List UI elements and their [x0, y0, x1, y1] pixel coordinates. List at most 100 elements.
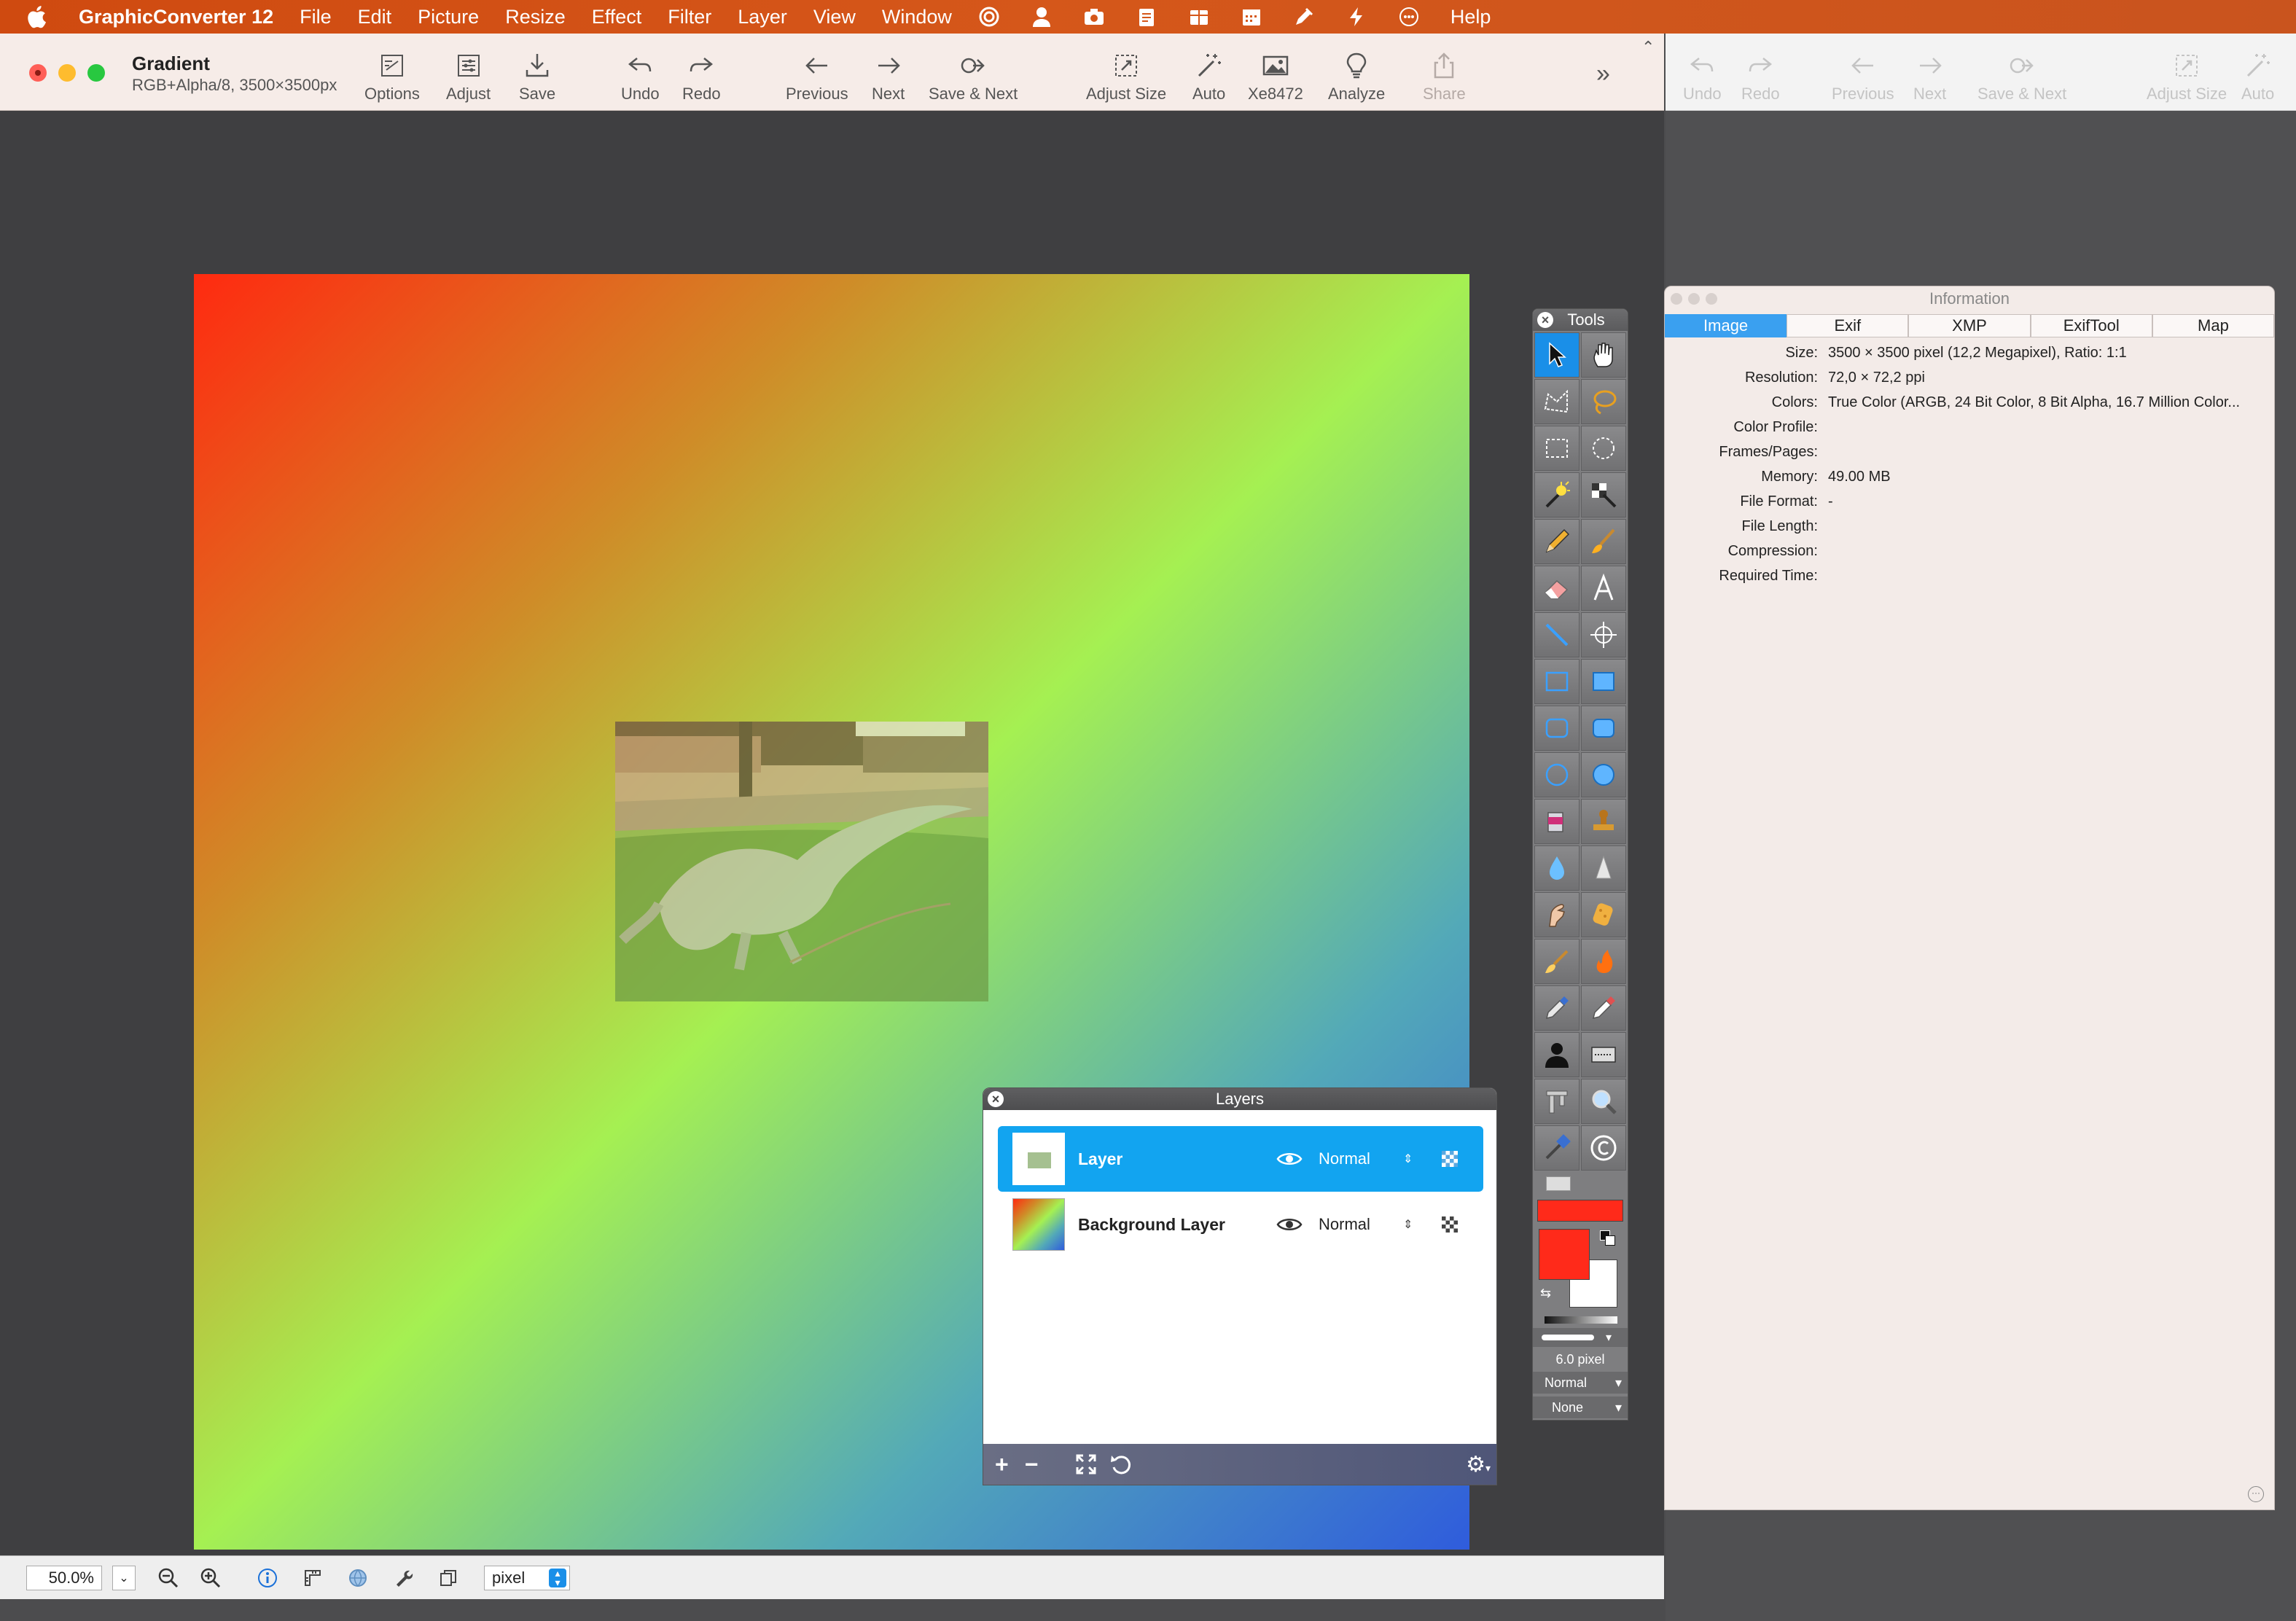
ruler-icon[interactable]: [300, 1566, 325, 1590]
menu-picture[interactable]: Picture: [418, 6, 479, 28]
adjust-size-button[interactable]: Adjust Size: [1086, 51, 1166, 106]
analyze-button[interactable]: Analyze: [1328, 51, 1385, 106]
rectangle-tool[interactable]: [1534, 659, 1580, 704]
info-more-icon[interactable]: ···: [2248, 1486, 2264, 1502]
layer-blend-mode[interactable]: Normal: [1319, 1149, 1399, 1168]
zoom-tool[interactable]: [1581, 1079, 1626, 1124]
redo-button[interactable]: Redo: [682, 51, 721, 106]
menu-edit[interactable]: Edit: [358, 6, 392, 28]
tools-close-icon[interactable]: ×: [1537, 312, 1553, 328]
brush-tool[interactable]: [1581, 519, 1626, 564]
blend-stepper-icon[interactable]: ⇕: [1403, 1217, 1413, 1232]
color-bar[interactable]: [1537, 1200, 1623, 1222]
menu-window[interactable]: Window: [882, 6, 952, 28]
menu-effect[interactable]: Effect: [592, 6, 642, 28]
toolbar-stepper-icon[interactable]: ⌃: [1641, 38, 1655, 57]
save-next-button[interactable]: Save & Next: [929, 51, 1018, 106]
blur-tool[interactable]: [1534, 845, 1580, 891]
foreground-color-swatch[interactable]: [1539, 1229, 1590, 1280]
eyedropper-tool[interactable]: [1534, 985, 1580, 1031]
wrench-icon[interactable]: [391, 1566, 415, 1590]
rect-selection-tool[interactable]: [1534, 426, 1580, 471]
gear-icon[interactable]: ⚙▾: [1466, 1452, 1491, 1477]
menu-filter[interactable]: Filter: [668, 6, 711, 28]
layer-photo-anteater[interactable]: [615, 722, 988, 1001]
arrow-tool[interactable]: [1534, 332, 1580, 378]
save-button[interactable]: Save: [519, 51, 555, 106]
swap-colors-icon[interactable]: ⇆: [1540, 1286, 1551, 1301]
menu-resize[interactable]: Resize: [505, 6, 566, 28]
filled-rounded-rect-tool[interactable]: [1581, 706, 1626, 751]
zoom-out-icon[interactable]: [156, 1566, 181, 1590]
globe-icon[interactable]: [345, 1566, 370, 1590]
pencil-tool[interactable]: [1534, 519, 1580, 564]
package-icon[interactable]: [1188, 6, 1210, 28]
hand-tool[interactable]: [1581, 332, 1626, 378]
bg-redo-button[interactable]: Redo: [1741, 51, 1780, 106]
info-zoom-button[interactable]: [1706, 293, 1717, 305]
remove-layer-icon[interactable]: −: [1025, 1451, 1039, 1478]
zoom-dropdown[interactable]: ⌄: [112, 1565, 136, 1590]
tab-exif[interactable]: Exif: [1787, 314, 1909, 337]
zoom-in-icon[interactable]: [198, 1566, 223, 1590]
toolbar-overflow-chevron-icon[interactable]: »: [1596, 60, 1610, 88]
menu-file[interactable]: File: [300, 6, 332, 28]
layer-row-layer[interactable]: Layer Normal ⇕: [998, 1126, 1483, 1192]
rotate-icon[interactable]: [1109, 1453, 1133, 1476]
filled-oval-tool[interactable]: [1581, 752, 1626, 797]
bg-adjust-size-button[interactable]: Adjust Size: [2147, 51, 2227, 106]
default-colors-icon[interactable]: [1600, 1230, 1616, 1246]
minimize-window-button[interactable]: [58, 64, 76, 82]
small-swatch-icon[interactable]: [1546, 1176, 1571, 1191]
next-button[interactable]: Next: [872, 51, 905, 106]
burn-tool[interactable]: [1581, 939, 1626, 984]
gradient-tool[interactable]: [1534, 1125, 1580, 1171]
previous-button[interactable]: Previous: [786, 51, 848, 106]
extra-mode-select[interactable]: None ▾: [1533, 1397, 1628, 1418]
layer-blend-mode[interactable]: Normal: [1319, 1215, 1399, 1234]
eyedropper-menu-icon[interactable]: [1293, 6, 1315, 28]
text-tool[interactable]: [1581, 566, 1626, 611]
bolt-icon[interactable]: [1346, 6, 1367, 28]
eye-icon[interactable]: [1275, 1215, 1304, 1234]
adjust-button[interactable]: Adjust: [446, 51, 491, 106]
zoom-window-button[interactable]: [87, 64, 105, 82]
replace-color-tool[interactable]: [1581, 985, 1626, 1031]
menu-layer[interactable]: Layer: [738, 6, 787, 28]
blend-stepper-icon[interactable]: ⇕: [1403, 1152, 1413, 1166]
menu-app-name[interactable]: GraphicConverter 12: [79, 6, 273, 28]
info-minimize-button[interactable]: [1688, 293, 1700, 305]
options-button[interactable]: Options: [364, 51, 420, 106]
tab-exiftool[interactable]: ExifTool: [2030, 314, 2152, 337]
tab-image[interactable]: Image: [1665, 314, 1787, 337]
info-close-button[interactable]: [1671, 293, 1682, 305]
close-window-button[interactable]: [29, 64, 47, 82]
polygon-lasso-tool[interactable]: [1534, 379, 1580, 424]
eye-icon[interactable]: [1275, 1149, 1304, 1168]
dodge-tool[interactable]: [1534, 939, 1580, 984]
camera-icon[interactable]: [1083, 6, 1105, 28]
more-icon[interactable]: [1398, 6, 1420, 28]
user-icon[interactable]: [1031, 6, 1053, 28]
blend-mode-select[interactable]: Normal ▾: [1533, 1372, 1628, 1394]
stamp-tool[interactable]: [1581, 799, 1626, 844]
color-wand-tool[interactable]: [1581, 472, 1626, 517]
magic-wand-tool[interactable]: [1534, 472, 1580, 517]
bg-previous-button[interactable]: Previous: [1832, 51, 1894, 106]
fill-bucket-tool[interactable]: [1534, 799, 1580, 844]
eraser-tool[interactable]: [1534, 566, 1580, 611]
clipboard-icon[interactable]: [1136, 6, 1157, 28]
menu-view[interactable]: View: [813, 6, 856, 28]
info-icon[interactable]: [255, 1566, 280, 1590]
watermark-tool[interactable]: [1581, 1032, 1626, 1077]
menu-help[interactable]: Help: [1450, 6, 1491, 28]
lasso-tool[interactable]: [1581, 379, 1626, 424]
xe8472-button[interactable]: Xe8472: [1248, 51, 1303, 106]
copy-icon[interactable]: [436, 1566, 461, 1590]
share-button[interactable]: Share: [1423, 51, 1466, 106]
bg-auto-button[interactable]: Auto: [2241, 51, 2274, 106]
oval-tool[interactable]: [1534, 752, 1580, 797]
layer-name[interactable]: Background Layer: [1078, 1215, 1275, 1235]
stroke-width-selector[interactable]: ▾: [1533, 1328, 1628, 1347]
filled-rectangle-tool[interactable]: [1581, 659, 1626, 704]
